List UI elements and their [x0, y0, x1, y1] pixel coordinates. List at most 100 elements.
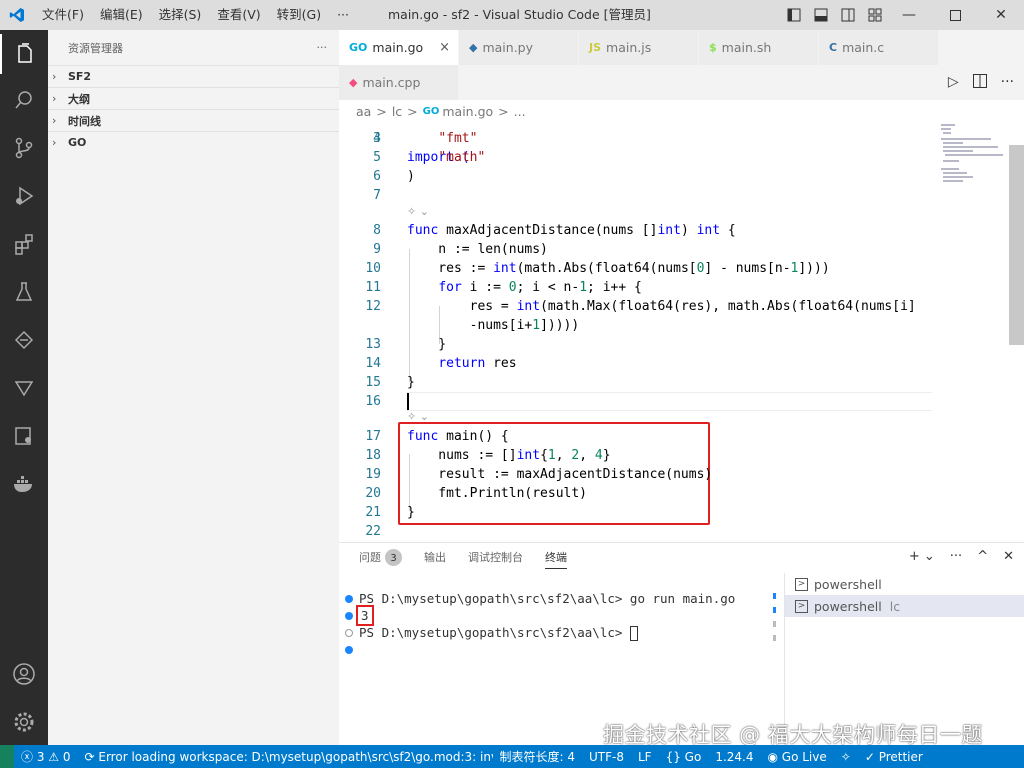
- more-actions-icon[interactable]: ···: [1001, 74, 1014, 92]
- line-text: for i := 0; i < n-1; i++ {: [438, 280, 642, 295]
- js-file-icon: JS: [589, 41, 602, 54]
- explorer-icon[interactable]: [0, 34, 48, 74]
- terminal[interactable]: PS D:\mysetup\gopath\src\sf2\aa\lc> go r…: [339, 590, 779, 658]
- go-file-icon: GO: [422, 105, 440, 117]
- docker-icon[interactable]: [0, 464, 48, 504]
- breadcrumb-file[interactable]: main.go: [442, 104, 493, 119]
- tab-main-go[interactable]: GO main.go ×: [339, 30, 459, 65]
- run-file-icon[interactable]: ▷: [948, 74, 959, 92]
- indent-setting[interactable]: 制表符长度: 4: [493, 748, 583, 765]
- code-line: 9 n := len(nums): [339, 240, 939, 259]
- minimap[interactable]: [939, 122, 1009, 542]
- status-bar: ⓧ 3 ⚠ 0 ⟳ Error loading workspace: D:\my…: [0, 745, 1024, 768]
- settings-gear-icon[interactable]: [0, 702, 48, 742]
- line-text: ): [407, 169, 415, 184]
- menu-go[interactable]: 转到(G): [269, 0, 329, 30]
- code-line: -nums[i+1])))): [339, 316, 939, 335]
- codegeex-status-icon[interactable]: ✧: [834, 750, 858, 764]
- sidebar-more-button[interactable]: ···: [317, 41, 328, 54]
- section-timeline[interactable]: › 时间线: [48, 109, 339, 131]
- customize-layout-icon[interactable]: [867, 7, 883, 23]
- prettier-status[interactable]: ✓ Prettier: [858, 750, 930, 764]
- testing-icon[interactable]: [0, 272, 48, 312]
- problems-status[interactable]: ⓧ 3 ⚠ 0: [14, 748, 78, 765]
- tab-label: main.c: [842, 40, 885, 55]
- remote-explorer-icon[interactable]: [0, 416, 48, 456]
- minimize-icon[interactable]: —: [886, 0, 932, 30]
- maximize-panel-icon[interactable]: ^: [977, 549, 988, 564]
- go-version[interactable]: 1.24.4: [708, 750, 760, 764]
- section-go[interactable]: › GO: [48, 131, 339, 153]
- explorer-sidebar: 资源管理器 ··· › SF2 › 大纲 › 时间线 › GO: [48, 30, 339, 745]
- tab-output[interactable]: 输出: [424, 548, 446, 569]
- remote-indicator[interactable]: [0, 745, 14, 768]
- breadcrumb-aa[interactable]: aa: [356, 104, 371, 119]
- code-line: 19 result := maxAdjacentDistance(nums): [339, 465, 939, 484]
- source-control-icon[interactable]: [0, 128, 48, 168]
- toggle-secondary-sidebar-icon[interactable]: [840, 7, 856, 23]
- run-debug-icon[interactable]: [0, 176, 48, 216]
- terminal-line: 3: [339, 605, 779, 626]
- vertical-scrollbar[interactable]: [1009, 145, 1024, 345]
- line-text: func maxAdjacentDistance(nums []int) int…: [407, 223, 736, 238]
- terminal-scrollbar-marks: [773, 593, 776, 649]
- line-number: 13: [365, 337, 381, 352]
- maximize-icon[interactable]: [932, 0, 978, 30]
- section-sf2[interactable]: › SF2: [48, 65, 339, 87]
- breadcrumb-lc[interactable]: lc: [392, 104, 402, 119]
- account-icon[interactable]: [0, 654, 48, 694]
- tab-label: main.go: [372, 40, 424, 55]
- editor-actions: ▷ ···: [948, 74, 1014, 92]
- chevron-right-icon: ›: [52, 70, 57, 83]
- go-live-button[interactable]: ◉ Go Live: [760, 750, 833, 764]
- close-window-icon[interactable]: ✕: [978, 0, 1024, 30]
- line-number: 10: [365, 261, 381, 276]
- line-number: 12: [365, 299, 381, 314]
- activity-bar: [0, 30, 48, 745]
- extensions-icon[interactable]: [0, 224, 48, 264]
- line-number: 6: [373, 169, 381, 184]
- line-number: 18: [365, 448, 381, 463]
- tab-main-sh[interactable]: $ main.sh: [699, 30, 819, 65]
- breadcrumb-more[interactable]: ...: [514, 104, 526, 119]
- language-mode[interactable]: {} Go: [659, 750, 709, 764]
- window-controls: — ✕: [886, 0, 1024, 30]
- menu-edit[interactable]: 编辑(E): [92, 0, 151, 30]
- menu-file[interactable]: 文件(F): [34, 0, 92, 30]
- panel-more-icon[interactable]: ···: [950, 549, 962, 564]
- status-message[interactable]: ⟳ Error loading workspace: D:\mysetup\go…: [78, 750, 493, 764]
- line-number: 17: [365, 429, 381, 444]
- new-terminal-icon[interactable]: + ⌄: [909, 549, 935, 564]
- tab-terminal[interactable]: 终端: [545, 548, 567, 569]
- chevron-right-icon: ›: [52, 114, 57, 127]
- line-text: }: [407, 337, 447, 352]
- tab-main-js[interactable]: JS main.js: [579, 30, 699, 65]
- section-outline[interactable]: › 大纲: [48, 87, 339, 109]
- close-tab-icon[interactable]: ×: [439, 40, 450, 55]
- close-panel-icon[interactable]: ✕: [1003, 549, 1014, 564]
- tab-problems[interactable]: 问题 3: [359, 548, 402, 569]
- menu-selection[interactable]: 选择(S): [151, 0, 210, 30]
- search-icon[interactable]: [0, 80, 48, 120]
- toggle-sidebar-icon[interactable]: [786, 7, 802, 23]
- split-editor-icon[interactable]: [972, 74, 987, 92]
- codelens-icon[interactable]: ✧ ⌄: [407, 205, 429, 221]
- gitlens-icon[interactable]: [0, 368, 48, 408]
- menu-more[interactable]: ···: [329, 0, 357, 30]
- eol-setting[interactable]: LF: [631, 750, 659, 764]
- terminal-list-item[interactable]: > powershell lc: [785, 595, 1024, 617]
- encoding-setting[interactable]: UTF-8: [582, 750, 631, 764]
- toggle-panel-icon[interactable]: [813, 7, 829, 23]
- code-line: 5 "math": [339, 148, 939, 167]
- tab-main-c[interactable]: C main.c: [819, 30, 939, 65]
- terminal-list-item[interactable]: > powershell: [785, 573, 1024, 595]
- codegeex-icon[interactable]: [0, 320, 48, 360]
- code-line: 20 fmt.Println(result): [339, 484, 939, 503]
- line-text: nums := []int{1, 2, 4}: [407, 448, 611, 463]
- tab-main-py[interactable]: ◆ main.py: [459, 30, 579, 65]
- tab-main-cpp[interactable]: ◆ main.cpp: [339, 65, 459, 100]
- menu-view[interactable]: 查看(V): [209, 0, 268, 30]
- tab-debug-console[interactable]: 调试控制台: [468, 548, 523, 569]
- line-text: return res: [438, 356, 517, 371]
- code-editor[interactable]: 3 import ( ✧ ⌄ ✧ ⌄ 4 "fmt" 5 "math" 6) 7 8 fu…: [339, 122, 939, 542]
